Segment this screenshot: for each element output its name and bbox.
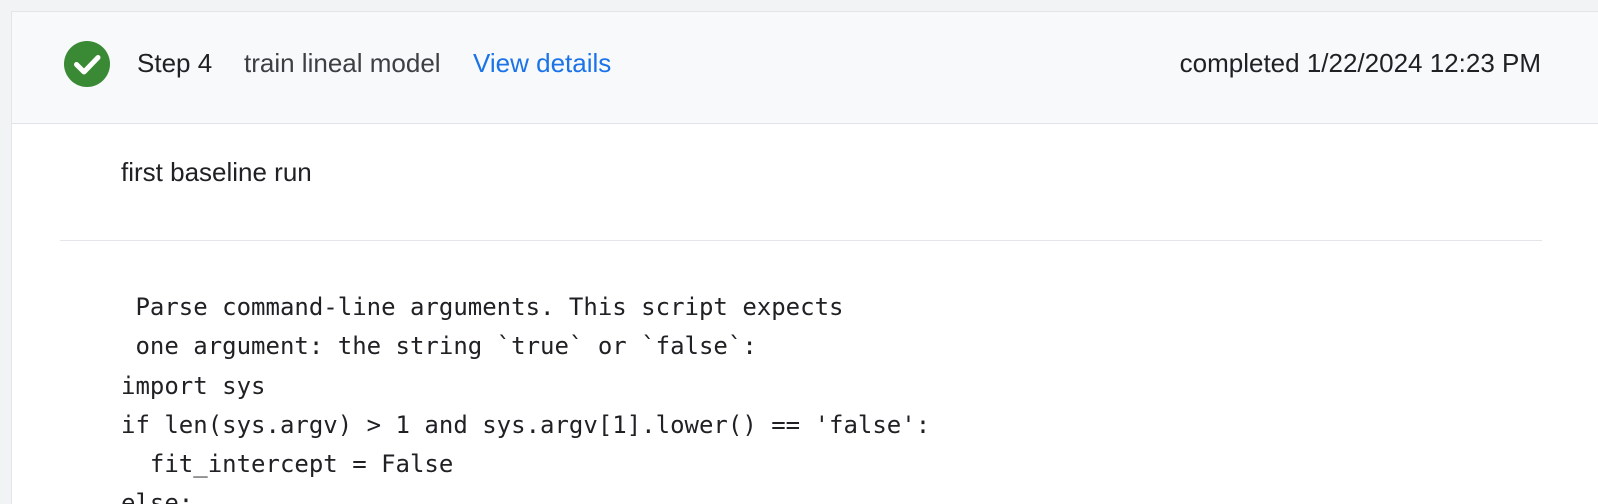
step-card: Step 4 train lineal model View details c… <box>11 11 1598 504</box>
code-line: Parse command-line arguments. This scrip… <box>121 293 844 321</box>
check-circle-icon <box>64 41 110 87</box>
step-header: Step 4 train lineal model View details c… <box>12 12 1598 124</box>
code-line: if len(sys.argv) > 1 and sys.argv[1].low… <box>121 410 931 439</box>
step-name: train lineal model <box>244 48 441 78</box>
step-label: Step 4 <box>137 48 213 78</box>
divider <box>60 240 1542 241</box>
view-details-link[interactable]: View details <box>473 46 611 80</box>
code-line: fit_intercept = False <box>121 450 454 479</box>
code-block: Parse command-line arguments. This scrip… <box>121 288 930 504</box>
code-line: one argument: the string `true` or `fals… <box>121 332 757 361</box>
code-line: import sys <box>121 371 266 400</box>
step-description: first baseline run <box>121 157 312 187</box>
completed-timestamp: completed 1/22/2024 12:23 PM <box>1179 48 1541 78</box>
code-line: else: <box>121 489 194 504</box>
